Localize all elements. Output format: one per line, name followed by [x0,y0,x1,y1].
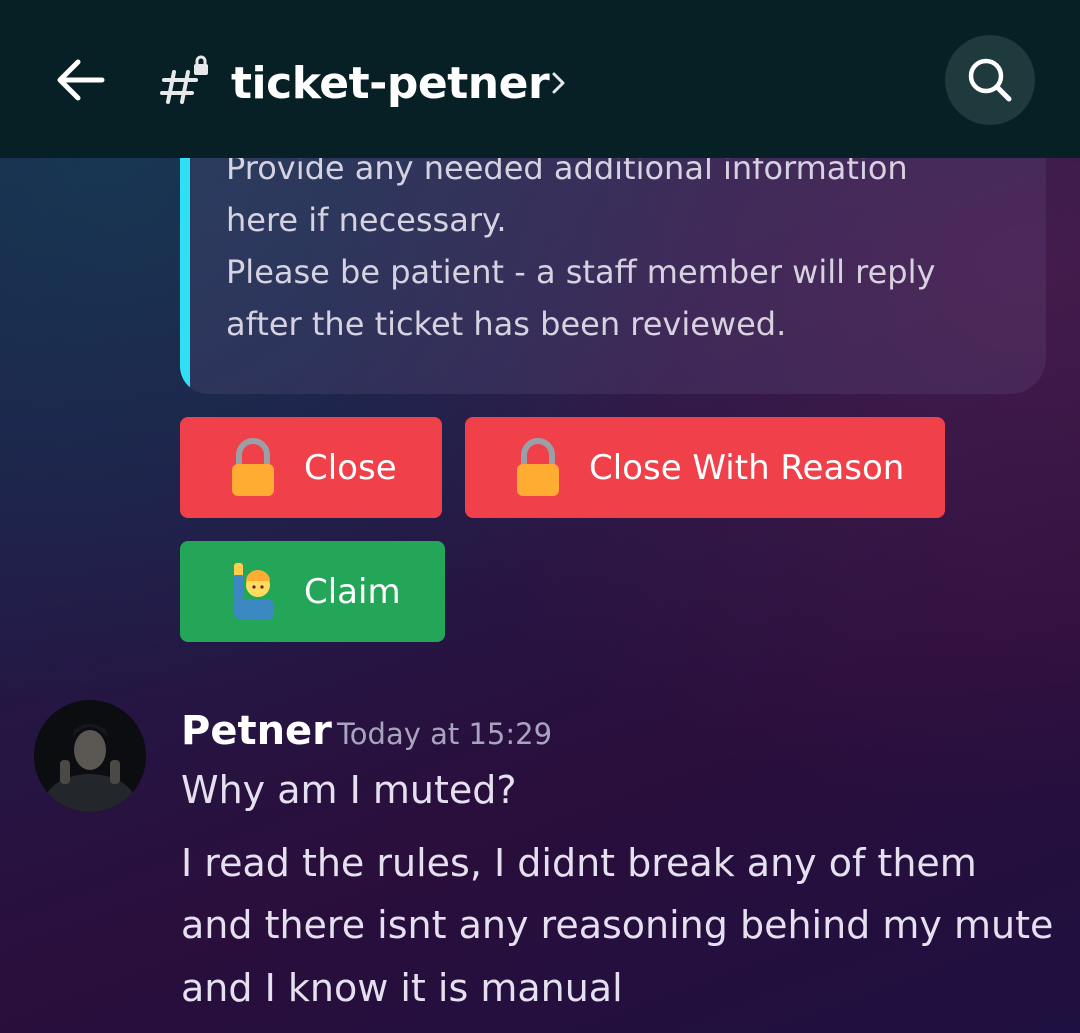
person-raising-hand-icon [234,563,274,619]
close-with-reason-button-label: Close With Reason [589,448,905,488]
message-text-line: and I know it is manual [181,966,623,1010]
channel-header: ticket-petner [0,0,1080,158]
lock-icon [232,438,274,496]
claim-button[interactable]: Claim [180,541,445,642]
search-button[interactable] [945,35,1035,125]
avatar-image [34,700,146,812]
embed-text-line: Please be patient - a staff member will … [226,253,936,291]
ticket-embed: Provide any needed additional informatio… [180,158,1046,394]
embed-text-line: here if necessary. [226,201,507,239]
embed-accent-bar [180,158,190,394]
message-timestamp: Today at 15:29 [337,717,553,751]
message-author[interactable]: Petner [181,706,332,756]
locked-hash-icon [160,55,208,104]
message-text-line: I read the rules, I didnt break any of t… [181,841,977,885]
avatar[interactable] [34,700,146,812]
chevron-right-icon[interactable] [548,68,568,98]
lock-icon [517,438,559,496]
close-button[interactable]: Close [180,417,442,518]
message-text-line: Why am I muted? [181,768,517,812]
back-button[interactable] [50,50,110,110]
channel-name[interactable]: ticket-petner [231,56,550,112]
embed-text-line: Provide any needed additional informatio… [226,158,908,187]
embed-text-line: after the ticket has been reviewed. [226,305,787,343]
message-text-line: and there isnt any reasoning behind my m… [181,903,1054,947]
close-with-reason-button[interactable]: Close With Reason [465,417,945,518]
claim-button-label: Claim [304,572,401,612]
arrow-left-icon [57,59,105,101]
search-icon [968,58,1012,102]
close-button-label: Close [304,448,397,488]
